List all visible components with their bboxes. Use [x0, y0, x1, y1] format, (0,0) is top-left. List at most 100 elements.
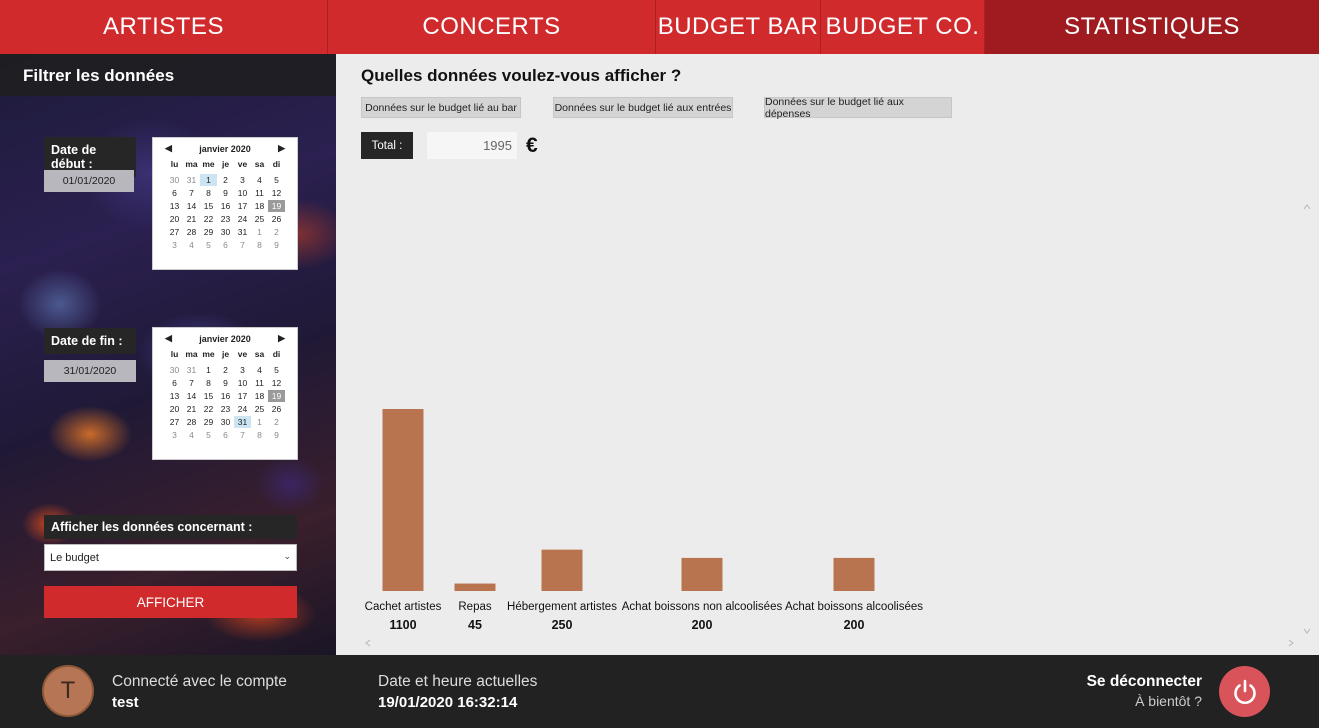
start-date-calendar[interactable]: ◀ janvier 2020 ▶ lu ma me je ve sa di 30 31 1 2 3 4 5…: [152, 137, 298, 270]
calendar-day[interactable]: 3: [166, 239, 183, 251]
tab-artistes[interactable]: ARTISTES: [0, 0, 328, 54]
calendar-day[interactable]: 5: [268, 364, 285, 376]
tab-statistiques[interactable]: STATISTIQUES: [985, 0, 1319, 54]
calendar-day[interactable]: 5: [200, 429, 217, 441]
calendar-day[interactable]: 3: [166, 429, 183, 441]
calendar-day[interactable]: 18: [251, 200, 268, 212]
calendar-day[interactable]: 30: [166, 174, 183, 186]
calendar-day[interactable]: 9: [268, 429, 285, 441]
calendar-day[interactable]: 12: [268, 377, 285, 389]
calendar-day[interactable]: 9: [217, 377, 234, 389]
calendar-day[interactable]: 8: [251, 239, 268, 251]
entries-budget-button[interactable]: Données sur le budget lié aux entrées: [553, 97, 733, 118]
calendar-day[interactable]: 6: [217, 429, 234, 441]
calendar-day[interactable]: 18: [251, 390, 268, 402]
calendar-day[interactable]: 26: [268, 403, 285, 415]
prev-month-icon[interactable]: ◀: [165, 333, 172, 344]
calendar-day[interactable]: 13: [166, 390, 183, 402]
calendar-day[interactable]: 9: [217, 187, 234, 199]
calendar-day[interactable]: 21: [183, 213, 200, 225]
calendar-day[interactable]: 5: [268, 174, 285, 186]
calendar-day[interactable]: 16: [217, 200, 234, 212]
calendar-day[interactable]: 30: [217, 416, 234, 428]
calendar-day[interactable]: 25: [251, 403, 268, 415]
calendar-day[interactable]: 1: [251, 226, 268, 238]
calendar-day[interactable]: 20: [166, 403, 183, 415]
end-date-field[interactable]: 31/01/2020: [44, 360, 136, 382]
calendar-day[interactable]: 17: [234, 200, 251, 212]
bar-budget-button[interactable]: Données sur le budget lié au bar: [361, 97, 521, 118]
calendar-day[interactable]: 7: [234, 429, 251, 441]
calendar-day[interactable]: 8: [200, 377, 217, 389]
tab-budget-bar[interactable]: BUDGET BAR: [656, 0, 821, 54]
calendar-day[interactable]: 13: [166, 200, 183, 212]
vertical-scrollbar[interactable]: [1301, 199, 1313, 639]
logout-button[interactable]: [1219, 666, 1270, 717]
calendar-day[interactable]: 15: [200, 390, 217, 402]
calendar-day[interactable]: 7: [234, 239, 251, 251]
calendar-day[interactable]: 31: [183, 364, 200, 376]
calendar-day[interactable]: 20: [166, 213, 183, 225]
calendar-day[interactable]: 4: [183, 239, 200, 251]
calendar-day[interactable]: 10: [234, 187, 251, 199]
calendar-day[interactable]: 31: [234, 416, 251, 428]
calendar-day[interactable]: 16: [217, 390, 234, 402]
afficher-button[interactable]: AFFICHER: [44, 586, 297, 618]
calendar-day[interactable]: 22: [200, 403, 217, 415]
calendar-day[interactable]: 1: [200, 174, 217, 186]
calendar-day[interactable]: 5: [200, 239, 217, 251]
calendar-day[interactable]: 2: [268, 226, 285, 238]
calendar-day[interactable]: 21: [183, 403, 200, 415]
calendar-day[interactable]: 30: [217, 226, 234, 238]
calendar-day[interactable]: 4: [183, 429, 200, 441]
calendar-day[interactable]: 6: [217, 239, 234, 251]
expenses-budget-button[interactable]: Données sur le budget lié aux dépenses: [764, 96, 952, 120]
horizontal-scrollbar[interactable]: [361, 637, 1301, 649]
calendar-day[interactable]: 19: [268, 390, 285, 402]
calendar-day[interactable]: 25: [251, 213, 268, 225]
tab-budget-co[interactable]: BUDGET CO.: [821, 0, 985, 54]
calendar-day[interactable]: 23: [217, 213, 234, 225]
start-date-field[interactable]: 01/01/2020: [44, 170, 134, 192]
calendar-day[interactable]: 8: [200, 187, 217, 199]
calendar-day[interactable]: 3: [234, 364, 251, 376]
calendar-day[interactable]: 10: [234, 377, 251, 389]
calendar-day[interactable]: 14: [183, 200, 200, 212]
calendar-day[interactable]: 14: [183, 390, 200, 402]
calendar-day[interactable]: 29: [200, 416, 217, 428]
calendar-day[interactable]: 2: [268, 416, 285, 428]
calendar-day[interactable]: 4: [251, 364, 268, 376]
calendar-day[interactable]: 27: [166, 226, 183, 238]
calendar-day[interactable]: 2: [217, 174, 234, 186]
calendar-day[interactable]: 27: [166, 416, 183, 428]
calendar-day[interactable]: 28: [183, 226, 200, 238]
calendar-day[interactable]: 12: [268, 187, 285, 199]
calendar-day[interactable]: 3: [234, 174, 251, 186]
calendar-day[interactable]: 1: [251, 416, 268, 428]
calendar-day[interactable]: 7: [183, 187, 200, 199]
calendar-day[interactable]: 4: [251, 174, 268, 186]
calendar-day[interactable]: 30: [166, 364, 183, 376]
concern-select[interactable]: Le budget ⌄: [44, 544, 297, 571]
calendar-day[interactable]: 7: [183, 377, 200, 389]
calendar-day[interactable]: 26: [268, 213, 285, 225]
calendar-day[interactable]: 24: [234, 213, 251, 225]
calendar-day[interactable]: 6: [166, 377, 183, 389]
end-date-calendar[interactable]: ◀ janvier 2020 ▶ lu ma me je ve sa di 30 31 1 2 3 4 5…: [152, 327, 298, 460]
calendar-day[interactable]: 15: [200, 200, 217, 212]
calendar-day[interactable]: 28: [183, 416, 200, 428]
calendar-day[interactable]: 11: [251, 187, 268, 199]
calendar-day[interactable]: 8: [251, 429, 268, 441]
calendar-day[interactable]: 24: [234, 403, 251, 415]
calendar-day[interactable]: 31: [183, 174, 200, 186]
tab-concerts[interactable]: CONCERTS: [328, 0, 656, 54]
calendar-day[interactable]: 29: [200, 226, 217, 238]
calendar-day[interactable]: 1: [200, 364, 217, 376]
next-month-icon[interactable]: ▶: [278, 143, 285, 154]
calendar-day[interactable]: 11: [251, 377, 268, 389]
calendar-day[interactable]: 31: [234, 226, 251, 238]
calendar-day[interactable]: 9: [268, 239, 285, 251]
calendar-day[interactable]: 19: [268, 200, 285, 212]
calendar-day[interactable]: 23: [217, 403, 234, 415]
calendar-day[interactable]: 17: [234, 390, 251, 402]
